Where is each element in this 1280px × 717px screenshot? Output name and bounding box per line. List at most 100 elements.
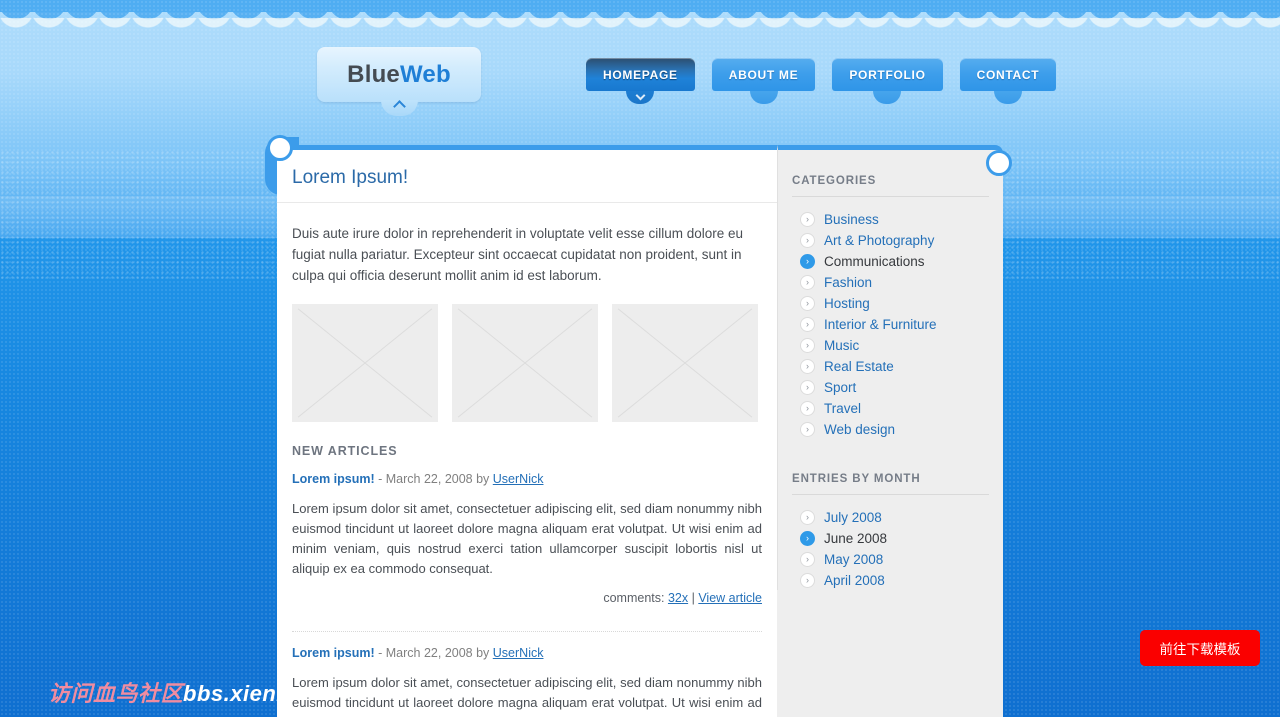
logo-text-secondary: Web	[399, 60, 451, 88]
categories-heading: CATEGORIES	[792, 150, 989, 197]
article-author-link[interactable]: UserNick	[493, 646, 544, 660]
article-by-label: by	[472, 472, 493, 486]
thumbnail-row	[292, 286, 762, 422]
chevron-right-icon: ›	[800, 380, 815, 395]
chevron-right-icon: ›	[800, 317, 815, 332]
view-article-link[interactable]: View article	[698, 591, 762, 605]
sidebar-item-travel[interactable]: › Travel	[800, 398, 989, 419]
sidebar-item-label: Travel	[824, 401, 862, 416]
chevron-right-icon: ›	[800, 401, 815, 416]
footer-divider: |	[688, 591, 699, 605]
article-item: Lorem ipsum! - March 22, 2008 by UserNic…	[292, 631, 762, 717]
broken-image-icon	[292, 304, 438, 422]
logo-text: BlueWeb	[347, 61, 451, 89]
nav-button-portfolio[interactable]: PORTFOLIO	[832, 58, 943, 91]
sidebar-item-label: Fashion	[824, 275, 873, 290]
sidebar-item-label: Art & Photography	[824, 233, 935, 248]
sidebar-item-real-estate[interactable]: › Real Estate	[800, 356, 989, 377]
broken-image-icon	[452, 304, 598, 422]
sidebar-panel-filler	[777, 590, 1003, 717]
site-logo[interactable]: BlueWeb	[317, 47, 481, 102]
decorative-pin-left	[267, 135, 293, 161]
chevron-right-icon: ›	[800, 359, 815, 374]
chevron-right-icon-active: ›	[800, 531, 815, 546]
sidebar-item-april-2008[interactable]: › April 2008	[800, 570, 989, 591]
sidebar-item-label: Real Estate	[824, 359, 894, 374]
page-shell: Lorem Ipsum! Duis aute irure dolor in re…	[265, 135, 1012, 717]
main-content-panel: Lorem Ipsum! Duis aute irure dolor in re…	[277, 145, 777, 717]
sidebar-item-hosting[interactable]: › Hosting	[800, 293, 989, 314]
sidebar-item-label: June 2008	[824, 531, 888, 546]
sidebar-item-label: May 2008	[824, 552, 884, 567]
sidebar-item-art-photography[interactable]: › Art & Photography	[800, 230, 989, 251]
chevron-right-icon: ›	[800, 552, 815, 567]
nav-item-homepage[interactable]: HOMEPAGE	[586, 58, 695, 104]
article-body: Lorem ipsum dolor sit amet, consectetuer…	[292, 675, 762, 717]
chevron-right-icon-active: ›	[800, 254, 815, 269]
comments-label: comments:	[603, 591, 668, 605]
article-meta-separator: -	[374, 472, 386, 486]
sidebar-item-music[interactable]: › Music	[800, 335, 989, 356]
nav-button-contact[interactable]: CONTACT	[959, 58, 1057, 91]
chevron-up-icon	[393, 100, 406, 113]
watermark-part-1: 访问血鸟社区	[48, 681, 184, 706]
sidebar-item-july-2008[interactable]: › July 2008	[800, 507, 989, 528]
sidebar-item-label: July 2008	[824, 510, 882, 525]
nav-button-about-me[interactable]: ABOUT ME	[711, 58, 816, 91]
sidebar-item-label: Communications	[824, 254, 925, 269]
logo-text-primary: Blue	[347, 60, 400, 88]
sidebar-item-label: April 2008	[824, 573, 885, 588]
article-date: March 22, 2008	[385, 646, 473, 660]
chevron-right-icon: ›	[800, 296, 815, 311]
broken-image-icon	[612, 304, 758, 422]
chevron-right-icon: ›	[800, 422, 815, 437]
sidebar-item-interior-furniture[interactable]: › Interior & Furniture	[800, 314, 989, 335]
nav-item-about-me[interactable]: ABOUT ME	[711, 58, 816, 104]
months-list: › July 2008 › June 2008 › May 2008 › Apr…	[792, 495, 989, 597]
article-meta: Lorem ipsum! - March 22, 2008 by UserNic…	[292, 646, 762, 660]
article-title-link[interactable]: Lorem ipsum!	[292, 646, 375, 660]
article-meta: Lorem ipsum! - March 22, 2008 by UserNic…	[292, 472, 762, 486]
sidebar-item-web-design[interactable]: › Web design	[800, 419, 989, 440]
article-item: Lorem ipsum! - March 22, 2008 by UserNic…	[292, 458, 762, 617]
entries-by-month-heading: ENTRIES BY MONTH	[792, 446, 989, 495]
nav-item-portfolio[interactable]: PORTFOLIO	[832, 58, 943, 104]
sidebar-item-label: Sport	[824, 380, 857, 395]
categories-list: › Business › Art & Photography › Communi…	[792, 197, 989, 446]
sidebar-panel: CATEGORIES › Business › Art & Photograph…	[777, 145, 1003, 597]
article-date: March 22, 2008	[385, 472, 473, 486]
chevron-right-icon: ›	[800, 338, 815, 353]
download-template-button[interactable]: 前往下载模板	[1140, 630, 1260, 666]
sidebar-item-label: Web design	[824, 422, 896, 437]
comments-count-link[interactable]: 32x	[668, 591, 688, 605]
intro-paragraph: Duis aute irure dolor in reprehenderit i…	[292, 226, 743, 283]
sidebar-item-sport[interactable]: › Sport	[800, 377, 989, 398]
sidebar-item-fashion[interactable]: › Fashion	[800, 272, 989, 293]
page-title: Lorem Ipsum!	[277, 150, 777, 203]
sidebar-item-label: Music	[824, 338, 860, 353]
article-author-link[interactable]: UserNick	[493, 472, 544, 486]
chevron-down-icon	[635, 90, 646, 101]
article-meta-separator: -	[374, 646, 386, 660]
nav-tab-about-me	[749, 91, 778, 104]
sidebar-item-label: Hosting	[824, 296, 870, 311]
sidebar-item-label: Business	[824, 212, 879, 227]
sidebar-item-june-2008[interactable]: › June 2008	[800, 528, 989, 549]
main-navigation: HOMEPAGE ABOUT ME PORTFOLIO CONTACT	[586, 58, 1057, 104]
nav-tab-homepage	[626, 90, 655, 104]
nav-item-contact[interactable]: CONTACT	[959, 58, 1057, 104]
sidebar-item-business[interactable]: › Business	[800, 209, 989, 230]
article-body: Lorem ipsum dolor sit amet, consectetuer…	[292, 501, 762, 576]
nav-tab-contact	[993, 91, 1022, 104]
chevron-right-icon: ›	[800, 233, 815, 248]
chevron-right-icon: ›	[800, 275, 815, 290]
sidebar-item-communications[interactable]: › Communications	[800, 251, 989, 272]
sidebar-item-may-2008[interactable]: › May 2008	[800, 549, 989, 570]
logo-tab	[381, 100, 418, 116]
sidebar-item-label: Interior & Furniture	[824, 317, 937, 332]
article-title-link[interactable]: Lorem ipsum!	[292, 472, 375, 486]
decorative-pin-right	[986, 150, 1012, 176]
nav-button-homepage[interactable]: HOMEPAGE	[586, 58, 695, 91]
new-articles-heading: NEW ARTICLES	[292, 444, 398, 458]
article-footer: comments: 32x | View article	[292, 579, 762, 617]
